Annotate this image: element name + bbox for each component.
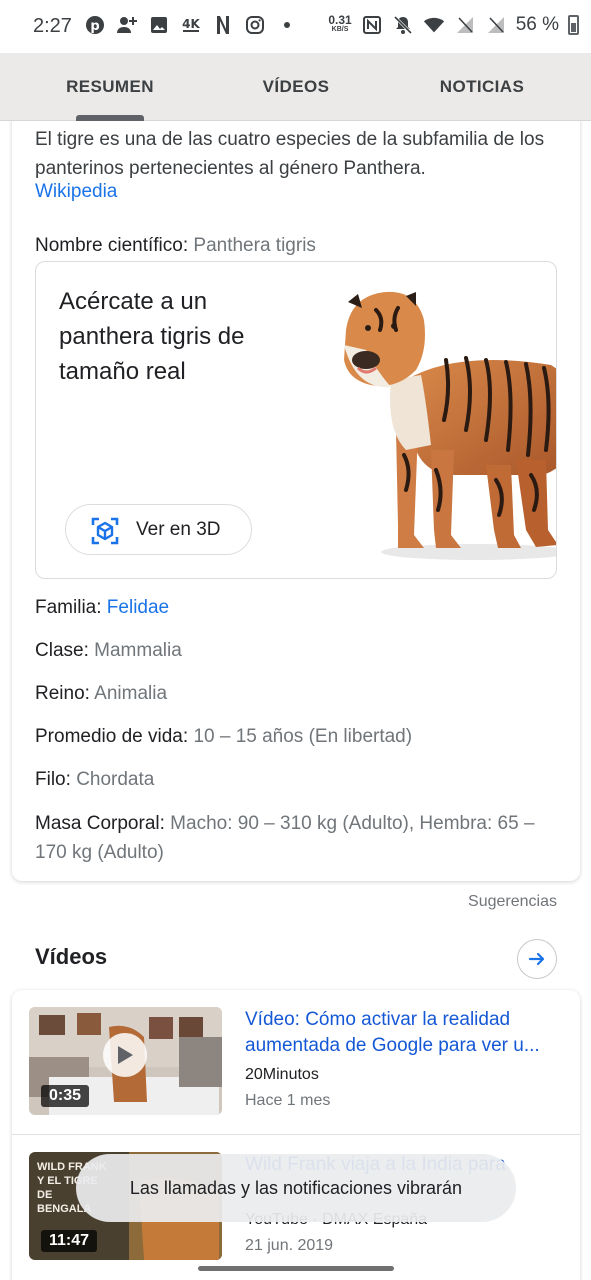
status-icons-left: p 4K: [84, 13, 298, 37]
view-in-3d-button[interactable]: Ver en 3D: [65, 504, 252, 555]
status-time: 2:27: [33, 15, 72, 37]
nfc-icon: [361, 13, 383, 37]
status-bar: 2:27 p 4K 0.31 KB/S 56 %: [0, 0, 591, 53]
view-in-3d-label: Ver en 3D: [136, 519, 221, 540]
video-duration: 0:35: [41, 1085, 90, 1107]
fact-row-filo: Filo: Chordata: [35, 769, 155, 790]
ar-view-card[interactable]: Acércate a un panthera tigris de tamaño …: [35, 261, 557, 579]
fact-row-promedio-de-vida: Promedio de vida: 10 – 15 años (En liber…: [35, 726, 413, 747]
videos-heading: Vídeos: [35, 944, 108, 969]
tiger-3d-image: [344, 291, 556, 560]
fact-row-masa-corporal: Masa Corporal: Macho: 90 – 310 kg (Adult…: [35, 813, 535, 863]
scientific-name-value: Panthera tigris: [193, 235, 316, 256]
bell-off-icon: [392, 13, 414, 37]
video-source: 20Minutos: [245, 1066, 319, 1083]
summary-description: El tigre es una de las cuatro especies d…: [35, 129, 545, 179]
suggestions-link[interactable]: Sugerencias: [400, 893, 557, 911]
network-speed: 0.31 KB/S: [328, 13, 352, 33]
image-icon: [148, 13, 170, 37]
gesture-navigation-bar[interactable]: [198, 1266, 394, 1271]
familia-link[interactable]: Felidae: [107, 597, 169, 618]
battery-percent: 56 %: [515, 14, 559, 35]
active-tab-indicator: [76, 115, 144, 121]
pinterest-icon: p: [84, 13, 106, 37]
battery-icon: [568, 15, 579, 35]
videos-more-button[interactable]: [517, 939, 557, 979]
ar-card-title: Acércate a un panthera tigris de tamaño …: [59, 288, 245, 385]
add-person-icon: [116, 13, 138, 37]
video-thumbnail[interactable]: 0:35: [29, 1007, 222, 1115]
wifi-icon: [423, 13, 445, 37]
wikipedia-link[interactable]: Wikipedia: [35, 181, 117, 203]
dot-icon: [276, 13, 298, 37]
fact-row-reino: Reino: Animalia: [35, 683, 168, 704]
instagram-icon: [244, 13, 266, 37]
tab-videos[interactable]: VÍDEOS: [216, 53, 376, 121]
tab-noticias[interactable]: NOTICIAS: [402, 53, 562, 121]
signal-off-icon: [485, 13, 507, 37]
fact-row-familia: Familia: Felidae: [35, 597, 170, 618]
tab-bar: RESUMEN VÍDEOS NOTICIAS: [0, 53, 591, 121]
scientific-name-row: Nombre científico: Panthera tigris: [35, 231, 555, 260]
signal-off-icon: [454, 13, 476, 37]
svg-text:p: p: [90, 19, 99, 34]
toast-notification: Las llamadas y las notificaciones vibrar…: [76, 1154, 516, 1222]
video-duration: 11:47: [41, 1230, 98, 1252]
scientific-name-label: Nombre científico:: [35, 235, 189, 256]
netflix-icon: [212, 13, 234, 37]
svg-text:4K: 4K: [182, 17, 200, 31]
tab-resumen[interactable]: RESUMEN: [30, 53, 190, 121]
fact-row-clase: Clase: Mammalia: [35, 640, 182, 661]
status-icons-right: 0.31 KB/S 56 %: [328, 13, 579, 37]
play-icon: [103, 1033, 147, 1077]
video-divider: [12, 1134, 580, 1135]
video-date: 21 jun. 2019: [245, 1237, 334, 1254]
arrow-right-icon: [528, 952, 545, 966]
4k-icon: 4K: [180, 13, 202, 37]
ar-cube-icon: [91, 517, 119, 545]
video-date: Hace 1 mes: [245, 1092, 331, 1109]
video-title-link[interactable]: Vídeo: Cómo activar la realidad aumentad…: [245, 1007, 565, 1059]
